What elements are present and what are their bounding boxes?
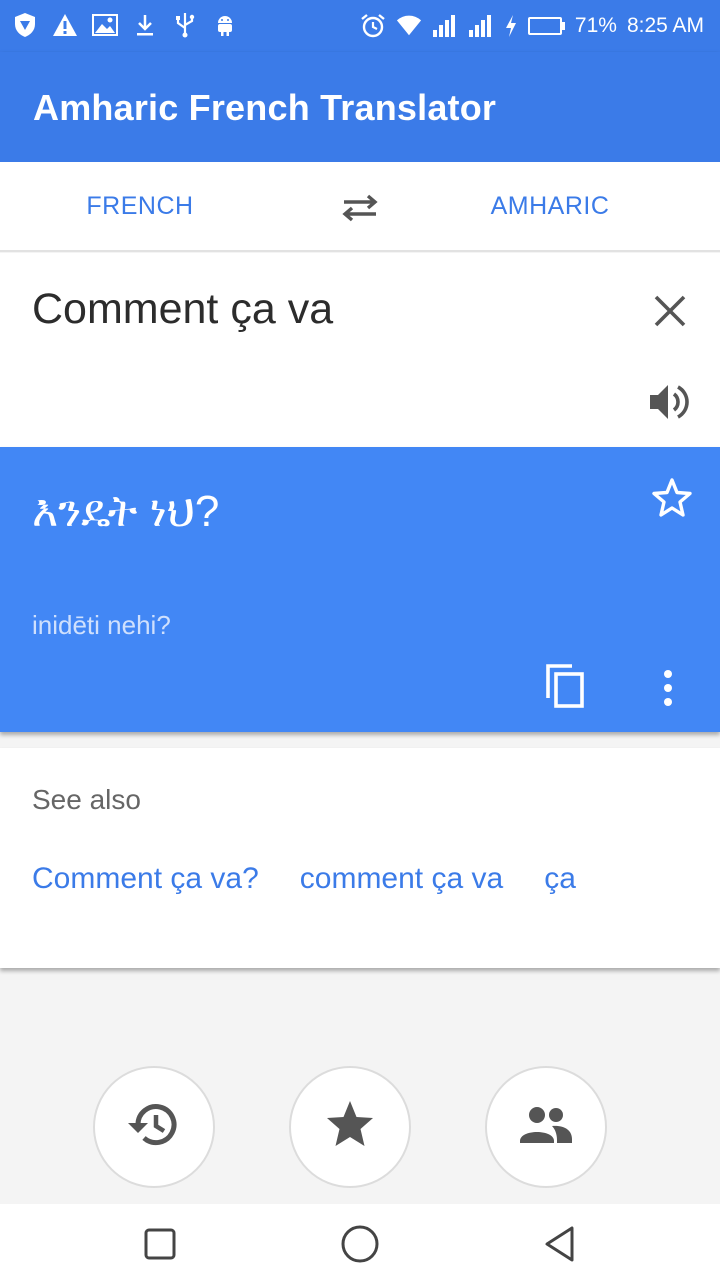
history-button[interactable] [93, 1066, 215, 1188]
favorites-button[interactable] [289, 1066, 411, 1188]
result-card: እንዴት ነህ? inidēti nehi? [0, 447, 720, 732]
see-also-title: See also [32, 784, 141, 815]
status-bar: 71% 8:25 AM [0, 0, 720, 52]
see-also-link[interactable]: comment ça va [300, 862, 503, 896]
recent-apps-icon[interactable] [136, 1220, 184, 1268]
star-outline-icon[interactable] [648, 474, 696, 522]
star-icon [321, 1096, 379, 1159]
alarm-icon [360, 13, 386, 39]
close-icon[interactable] [648, 289, 692, 333]
navigation-bar [0, 1204, 720, 1280]
see-also-link[interactable]: ça [544, 862, 576, 896]
translation-text: እንዴት ነህ? [32, 487, 220, 536]
shield-icon [12, 12, 38, 38]
copy-icon[interactable] [542, 660, 590, 712]
signal-icon [468, 13, 494, 39]
battery-icon [527, 17, 565, 35]
signal-icon [432, 13, 458, 39]
see-also-link[interactable]: Comment ça va? [32, 862, 259, 896]
clock: 8:25 AM [626, 14, 704, 37]
android-icon [212, 12, 238, 38]
wifi-icon [396, 13, 422, 39]
back-icon[interactable] [536, 1220, 584, 1268]
status-left-icons [12, 12, 238, 38]
people-icon [516, 1095, 576, 1160]
status-right-icons: 71% 8:25 AM [360, 13, 704, 39]
community-button[interactable] [485, 1066, 607, 1188]
charging-icon [504, 13, 518, 39]
image-icon [92, 12, 118, 38]
target-language-button[interactable]: AMHARIC [430, 162, 670, 250]
transliteration-text: inidēti nehi? [32, 610, 171, 640]
usb-icon [172, 12, 198, 38]
app-bar: Amharic French Translator [0, 52, 720, 162]
home-icon[interactable] [336, 1220, 384, 1268]
swap-arrows-icon[interactable] [338, 188, 382, 228]
warning-icon [52, 12, 78, 38]
language-bar: FRENCH AMHARIC [0, 162, 720, 252]
battery-percent: 71% [574, 14, 617, 37]
see-also-links: Comment ça va? comment ça va ça [32, 862, 576, 896]
download-icon [132, 12, 158, 38]
source-language-button[interactable]: FRENCH [20, 162, 260, 250]
more-vertical-icon[interactable] [652, 664, 684, 712]
input-card[interactable]: Comment ça va [0, 253, 720, 447]
app-title: Amharic French Translator [33, 87, 497, 128]
see-also-card: See also Comment ça va? comment ça va ça [0, 748, 720, 968]
speaker-icon[interactable] [646, 379, 692, 425]
input-text[interactable]: Comment ça va [32, 285, 333, 334]
history-icon [124, 1095, 184, 1160]
